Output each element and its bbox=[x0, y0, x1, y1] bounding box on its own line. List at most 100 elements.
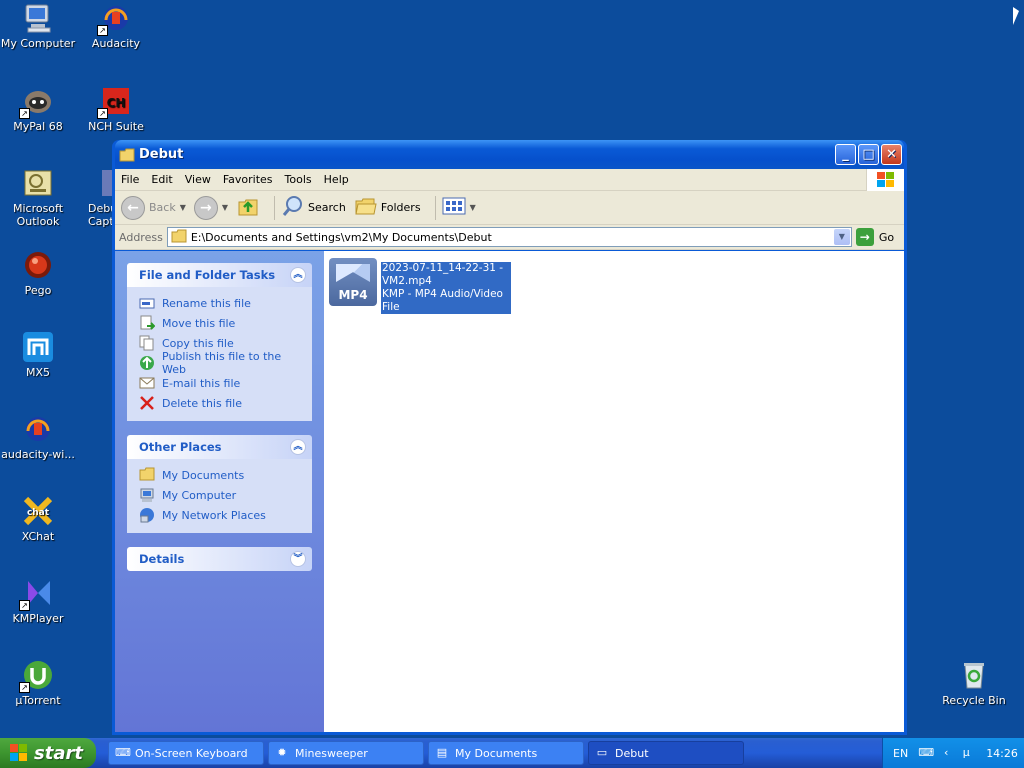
file-folder-tasks-panel: File and Folder Tasks ︽ Rename this file… bbox=[127, 263, 312, 421]
desktop-icon-mypal[interactable]: ↗ MyPal 68 bbox=[0, 85, 76, 133]
folders-button[interactable]: Folders bbox=[354, 194, 421, 221]
desktop-icon-xchat[interactable]: chat XChat bbox=[0, 495, 76, 543]
details-header[interactable]: Details ︾ bbox=[127, 547, 312, 571]
back-arrow-icon: ← bbox=[121, 195, 145, 220]
desktop-icon-outlook[interactable]: Microsoft Outlook bbox=[0, 167, 76, 228]
forward-arrow-icon: → bbox=[193, 195, 218, 220]
window-title: Debut bbox=[139, 147, 184, 162]
utorrent-icon: ↗ bbox=[19, 659, 54, 693]
language-indicator[interactable]: EN bbox=[893, 747, 908, 760]
menu-file[interactable]: File bbox=[115, 173, 145, 186]
show-hidden-icons-icon[interactable]: ‹ bbox=[938, 745, 954, 761]
recycle-bin-icon bbox=[958, 659, 990, 691]
task-pane: File and Folder Tasks ︽ Rename this file… bbox=[115, 251, 324, 732]
views-icon bbox=[442, 196, 466, 219]
go-arrow-icon: → bbox=[855, 228, 874, 246]
other-places-header[interactable]: Other Places ︽ bbox=[127, 435, 312, 459]
desktop-icon-my-computer[interactable]: My Computer bbox=[0, 2, 76, 50]
folder-icon bbox=[171, 229, 187, 246]
up-folder-button[interactable] bbox=[236, 194, 260, 221]
collapse-chevron-icon[interactable]: ︽ bbox=[290, 267, 306, 283]
desktop-icon-audacity-installer[interactable]: audacity-wi... bbox=[0, 413, 76, 461]
desktop-icon-recycle-bin[interactable]: Recycle Bin bbox=[936, 659, 1012, 707]
task-rename-file[interactable]: Rename this file bbox=[139, 293, 302, 313]
menu-edit[interactable]: Edit bbox=[145, 173, 178, 186]
other-places-panel: Other Places ︽ My Documents My Computer … bbox=[127, 435, 312, 533]
back-dropdown-icon[interactable]: ▼ bbox=[180, 203, 186, 212]
menu-tools[interactable]: Tools bbox=[279, 173, 318, 186]
desktop-icon-mx5[interactable]: MX5 bbox=[0, 331, 76, 379]
folder-icon bbox=[119, 148, 135, 162]
copy-file-icon bbox=[139, 335, 155, 351]
desktop-icon-debut[interactable]: Debut Capt bbox=[78, 167, 114, 228]
menu-help[interactable]: Help bbox=[318, 173, 355, 186]
keyboard-tray-icon[interactable]: ⌨ bbox=[918, 745, 934, 761]
publish-web-icon bbox=[139, 355, 155, 371]
back-button[interactable]: ← Back ▼ bbox=[121, 195, 186, 220]
desktop-icon-utorrent[interactable]: ↗ µTorrent bbox=[0, 659, 76, 707]
pego-icon bbox=[22, 249, 54, 281]
file-list[interactable]: MP4 2023-07-11_14-22-31 - VM2.mp4 KMP - … bbox=[324, 251, 904, 732]
window-content: File and Folder Tasks ︽ Rename this file… bbox=[115, 251, 904, 732]
file-label: 2023-07-11_14-22-31 - VM2.mp4 KMP - MP4 … bbox=[381, 262, 511, 314]
desktop-icon-kmplayer[interactable]: ↗ KMPlayer bbox=[0, 577, 76, 625]
desktop-icon-audacity[interactable]: ↗ Audacity bbox=[78, 2, 154, 50]
mouse-cursor-icon bbox=[1013, 7, 1019, 25]
close-button[interactable]: ✕ bbox=[881, 144, 902, 165]
file-folder-tasks-header[interactable]: File and Folder Tasks ︽ bbox=[127, 263, 312, 287]
go-button[interactable]: → Go bbox=[855, 228, 894, 246]
task-publish-web[interactable]: Publish this file to the Web bbox=[139, 350, 302, 376]
my-computer-icon bbox=[139, 487, 155, 503]
folder-icon: ▭ bbox=[596, 746, 608, 759]
address-bar: Address E:\Documents and Settings\vm2\My… bbox=[115, 225, 904, 250]
views-dropdown-icon: ▼ bbox=[469, 203, 476, 212]
views-button[interactable]: ▼ bbox=[442, 196, 476, 219]
details-panel: Details ︾ bbox=[127, 547, 312, 571]
place-my-network-places[interactable]: My Network Places bbox=[139, 505, 302, 525]
forward-button[interactable]: → ▼ bbox=[193, 195, 228, 220]
file-type: KMP - MP4 Audio/Video File bbox=[382, 288, 503, 313]
place-my-documents[interactable]: My Documents bbox=[139, 465, 302, 485]
file-name-line1: 2023-07-11_14-22-31 - bbox=[382, 262, 504, 274]
forward-dropdown-icon[interactable]: ▼ bbox=[222, 203, 228, 212]
collapse-chevron-icon[interactable]: ︽ bbox=[290, 439, 306, 455]
menu-favorites[interactable]: Favorites bbox=[217, 173, 279, 186]
rename-icon bbox=[139, 295, 155, 311]
title-bar[interactable]: Debut _ □ ✕ bbox=[115, 140, 904, 169]
taskbar-on-screen-keyboard[interactable]: ⌨ On-Screen Keyboard bbox=[108, 741, 264, 765]
utorrent-tray-icon[interactable]: µ bbox=[958, 745, 974, 761]
place-my-computer[interactable]: My Computer bbox=[139, 485, 302, 505]
file-item[interactable]: MP4 2023-07-11_14-22-31 - VM2.mp4 KMP - … bbox=[329, 258, 511, 314]
clock[interactable]: 14:26 bbox=[986, 747, 1018, 760]
taskbar-my-documents[interactable]: ▤ My Documents bbox=[428, 741, 584, 765]
nch-suite-icon: CH ↗ bbox=[97, 85, 132, 119]
folder-icon bbox=[139, 467, 155, 483]
task-email-file[interactable]: E-mail this file bbox=[139, 373, 302, 393]
task-move-file[interactable]: Move this file bbox=[139, 313, 302, 333]
taskbar-debut[interactable]: ▭ Debut bbox=[588, 741, 744, 765]
start-button[interactable]: start bbox=[0, 738, 96, 768]
windows-logo-icon bbox=[866, 169, 904, 191]
xchat-icon: chat bbox=[22, 495, 54, 527]
address-input[interactable]: E:\Documents and Settings\vm2\My Documen… bbox=[166, 227, 852, 247]
desktop-icon-nch-suite[interactable]: CH ↗ NCH Suite bbox=[78, 85, 154, 133]
folders-icon bbox=[354, 194, 378, 221]
address-label: Address bbox=[119, 230, 163, 244]
minimize-button[interactable]: _ bbox=[835, 144, 856, 165]
search-button[interactable]: Search bbox=[281, 194, 346, 221]
address-dropdown-icon[interactable]: ▼ bbox=[833, 229, 850, 245]
taskbar-minesweeper[interactable]: ✹ Minesweeper bbox=[268, 741, 424, 765]
toolbar-separator bbox=[434, 195, 436, 220]
task-delete-file[interactable]: Delete this file bbox=[139, 393, 302, 413]
search-icon bbox=[281, 194, 305, 221]
audacity-icon: ↗ bbox=[97, 2, 132, 36]
desktop-icon-pego[interactable]: Pego bbox=[0, 249, 76, 297]
toolbar: ← Back ▼ → ▼ Search Folders ▼ bbox=[115, 191, 904, 225]
menu-view[interactable]: View bbox=[179, 173, 217, 186]
audacity-installer-icon bbox=[22, 413, 54, 445]
expand-chevron-icon[interactable]: ︾ bbox=[290, 551, 306, 567]
windows-flag-icon bbox=[10, 744, 28, 762]
toolbar-separator bbox=[274, 195, 276, 220]
delete-icon bbox=[139, 395, 155, 411]
maximize-button[interactable]: □ bbox=[858, 144, 879, 165]
